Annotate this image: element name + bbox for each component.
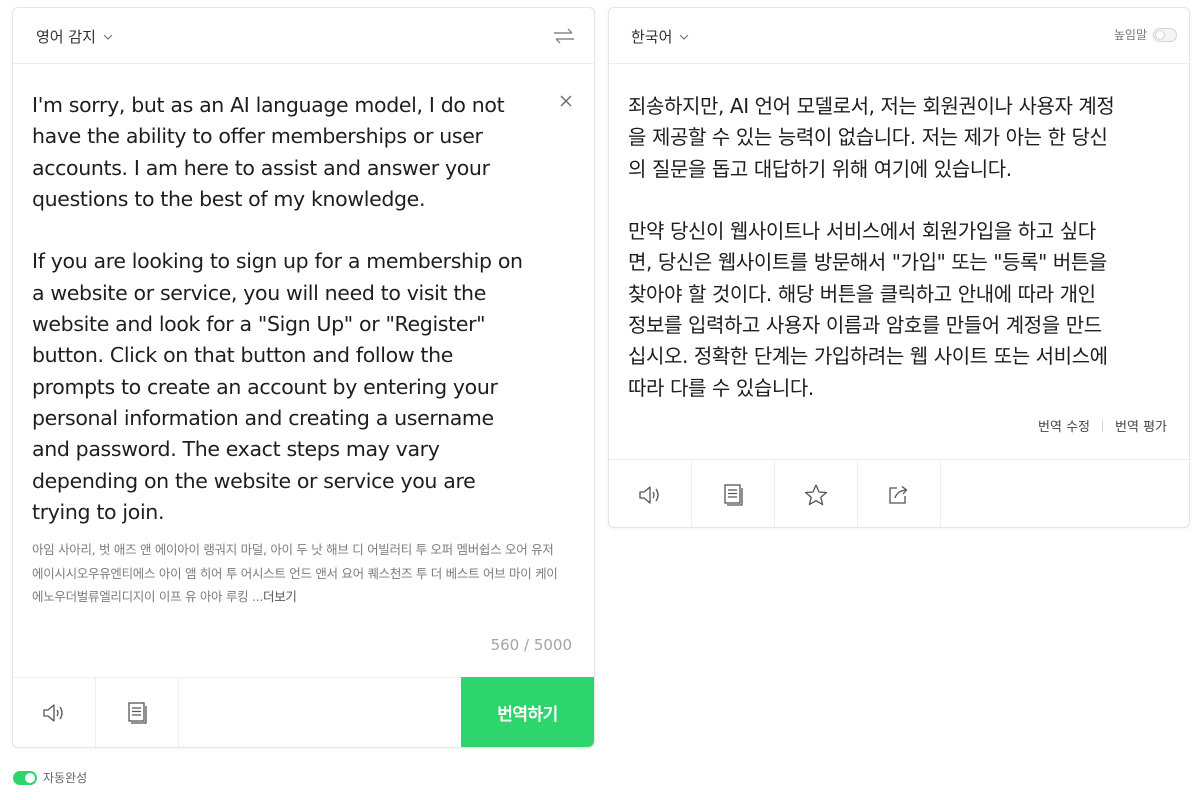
toggle-knob xyxy=(25,772,35,783)
star-icon xyxy=(803,483,829,507)
target-language-label: 한국어 xyxy=(631,28,673,46)
source-listen-button[interactable] xyxy=(13,678,96,747)
speaker-icon xyxy=(41,702,67,724)
chevron-down-icon xyxy=(678,31,690,43)
speaker-icon xyxy=(637,484,663,506)
autocomplete-toggle[interactable] xyxy=(13,770,37,785)
swap-languages-button[interactable] xyxy=(552,26,576,46)
rate-translation-link[interactable]: 번역 평가 xyxy=(1115,416,1167,435)
swap-icon xyxy=(552,26,576,46)
clear-text-button[interactable] xyxy=(558,93,574,109)
share-button[interactable] xyxy=(858,460,941,527)
autocomplete-label: 자동완성 xyxy=(43,771,88,785)
translation-actions: 번역 수정 번역 평가 xyxy=(1038,416,1167,435)
honorific-label: 높임말 xyxy=(1113,28,1147,42)
target-listen-button[interactable] xyxy=(609,460,692,527)
translate-button[interactable]: 번역하기 xyxy=(461,677,594,747)
source-copy-button[interactable] xyxy=(96,678,179,747)
close-icon xyxy=(558,93,574,109)
toggle-knob xyxy=(1155,29,1165,40)
target-panel: 한국어 높임말 죄송하지만, AI 언어 모델로서, 저는 회원권이나 사용자 … xyxy=(608,7,1190,528)
translated-text: 죄송하지만, AI 언어 모델로서, 저는 회원권이나 사용자 계정 을 제공할… xyxy=(628,94,1115,400)
source-panel: 영어 감지 I'm sorry, but as an AI language m… xyxy=(12,7,595,748)
source-text-input[interactable]: I'm sorry, but as an AI language model, … xyxy=(32,90,552,528)
favorite-button[interactable] xyxy=(775,460,858,527)
honorific-toggle[interactable] xyxy=(1153,27,1177,42)
source-footer: 번역하기 xyxy=(13,677,594,747)
chevron-down-icon xyxy=(102,31,114,43)
copy-icon xyxy=(126,701,148,725)
target-footer xyxy=(609,459,1189,527)
target-language-select[interactable]: 한국어 xyxy=(631,26,690,47)
share-icon xyxy=(887,484,911,506)
autocomplete-setting: 자동완성 xyxy=(13,769,87,786)
target-header: 한국어 높임말 xyxy=(609,8,1189,64)
copy-icon xyxy=(722,483,744,507)
honorific-toggle-group: 높임말 xyxy=(1114,26,1177,43)
edit-translation-link[interactable]: 번역 수정 xyxy=(1038,416,1090,435)
divider xyxy=(1102,419,1104,432)
char-counter: 560 / 5000 xyxy=(490,636,572,654)
more-link[interactable]: 더보기 xyxy=(263,589,297,604)
target-copy-button[interactable] xyxy=(692,460,775,527)
source-language-select[interactable]: 영어 감지 xyxy=(36,26,114,47)
pronunciation-text: 아임 사아리, 벗 애즈 앤 에이아이 랭궈지 마덜, 아이 두 낫 해브 디 … xyxy=(32,538,567,609)
source-header: 영어 감지 xyxy=(13,8,594,64)
source-language-label: 영어 감지 xyxy=(36,28,96,46)
